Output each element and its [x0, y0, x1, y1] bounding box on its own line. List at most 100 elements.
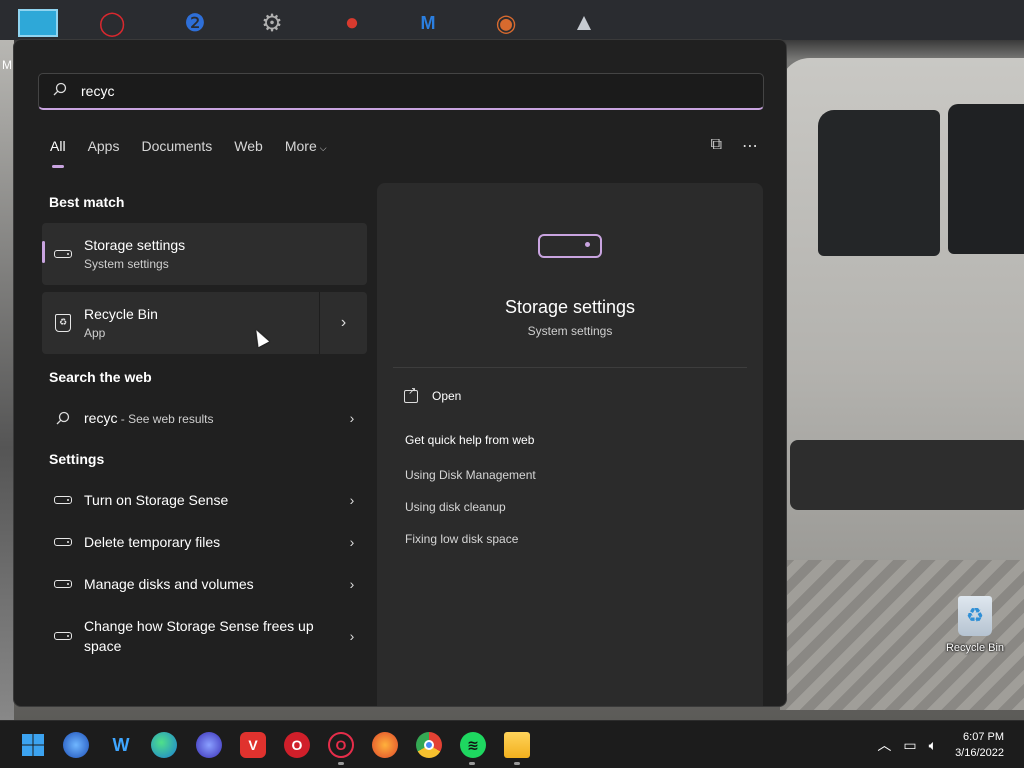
settings-item[interactable]: Delete temporary files ›: [42, 530, 367, 554]
drive-icon: [42, 250, 84, 258]
recycle-bin-icon: ♻: [42, 314, 84, 332]
wallpaper-van-bumper: [790, 440, 1024, 510]
tab-more[interactable]: More ⌵: [285, 138, 327, 154]
best-match-recycle-bin[interactable]: ♻ Recycle Bin App ›: [42, 292, 367, 354]
opera-icon[interactable]: ◯: [92, 6, 132, 40]
tab-web[interactable]: Web: [234, 138, 263, 154]
search-panel: All Apps Documents Web More⌵ ⧉ ⋯ Best ma…: [13, 39, 787, 707]
settings-item[interactable]: Manage disks and volumes ›: [42, 572, 367, 596]
file-explorer-icon[interactable]: [504, 732, 530, 758]
tab-more-label: More: [284, 138, 317, 154]
wing-icon[interactable]: W: [108, 732, 134, 758]
desktop-recycle-bin-label: Recycle Bin: [945, 642, 1005, 654]
firefox-nightly-icon[interactable]: [372, 732, 398, 758]
mp-game-icon[interactable]: M: [408, 6, 448, 40]
divider: [393, 367, 747, 368]
search-panel-actions: ⧉ ⋯: [711, 136, 758, 156]
settings-item[interactable]: Turn on Storage Sense ›: [42, 488, 367, 512]
share-device-icon[interactable]: ⧉: [711, 136, 722, 156]
desktop-recycle-bin[interactable]: ♻ Recycle Bin: [944, 596, 1006, 654]
help-link[interactable]: Using disk cleanup: [405, 500, 506, 514]
chevron-up-icon[interactable]: ︿: [877, 735, 891, 755]
chrome-icon[interactable]: [416, 732, 442, 758]
help-link[interactable]: Fixing low disk space: [405, 532, 518, 546]
tab-all[interactable]: All: [50, 138, 66, 168]
app-icon[interactable]: ❷: [175, 6, 215, 40]
volume-icon[interactable]: 🔈︎: [929, 737, 937, 754]
recycle-bin-icon: ♻: [958, 596, 992, 636]
taskbar: W V O O ≋ ︿ ▭ 🔈︎ 6:07 PM 3/16/2022: [0, 720, 1024, 768]
best-match-storage-settings[interactable]: Storage settings System settings: [42, 223, 367, 285]
edge-icon[interactable]: [151, 732, 177, 758]
drive-icon: [538, 234, 602, 258]
more-options-icon[interactable]: ⋯: [742, 136, 758, 156]
open-action[interactable]: Open: [404, 386, 462, 403]
drive-icon: [42, 580, 84, 588]
search-icon: [39, 82, 81, 101]
result-title: Storage settings: [84, 237, 186, 253]
network-icon[interactable]: ▭: [903, 737, 916, 754]
chevron-right-icon: ›: [349, 534, 355, 550]
result-subtitle: App: [84, 326, 106, 340]
result-subtitle: System settings: [84, 257, 169, 271]
preview-subtitle: System settings: [527, 324, 613, 338]
drive-icon: [42, 496, 84, 504]
settings-item-label: Change how Storage Sense frees up space: [84, 618, 314, 654]
wallpaper-van-window: [818, 110, 940, 256]
spotify-icon[interactable]: ≋: [460, 732, 486, 758]
opera-gx-icon[interactable]: O: [328, 732, 354, 758]
web-search-result[interactable]: recyc - See web results ›: [42, 406, 367, 430]
open-external-icon: [404, 386, 418, 403]
chevron-right-icon: ›: [349, 492, 355, 508]
tab-apps[interactable]: Apps: [88, 138, 120, 154]
chevron-right-icon: ›: [349, 410, 355, 426]
settings-item[interactable]: Change how Storage Sense frees up space …: [42, 614, 367, 658]
vivaldi-icon[interactable]: V: [240, 732, 266, 758]
preview-pane: Storage settings System settings Open Ge…: [377, 183, 763, 706]
settings-heading: Settings: [49, 451, 105, 467]
preview-title: Storage settings: [504, 297, 636, 317]
opera-icon[interactable]: O: [284, 732, 310, 758]
running-indicator: [338, 762, 344, 765]
drive-icon: [42, 632, 84, 640]
search-box[interactable]: [38, 73, 764, 110]
search-input[interactable]: [81, 83, 763, 99]
best-match-heading: Best match: [49, 194, 125, 210]
firefox-icon[interactable]: [63, 732, 89, 758]
chevron-down-icon: ⌵: [319, 143, 327, 153]
settings-item-label: Manage disks and volumes: [84, 576, 254, 592]
running-indicator: [469, 762, 475, 765]
clock-date: 3/16/2022: [955, 747, 1004, 759]
search-filter-tabs: All Apps Documents Web More ⌵: [50, 138, 349, 168]
result-text: Storage settings System settings: [84, 237, 367, 271]
desktop-edge-label: M: [2, 58, 12, 72]
result-title: Recycle Bin: [84, 306, 158, 322]
clock-time: 6:07 PM: [963, 731, 1004, 743]
web-hint: - See web results: [117, 411, 214, 426]
open-label: Open: [432, 389, 462, 403]
web-query: recyc: [84, 409, 118, 426]
shark-icon[interactable]: ▲: [564, 6, 604, 40]
gear-app-icon[interactable]: ⚙: [252, 6, 292, 40]
settings-item-label: Delete temporary files: [84, 534, 221, 550]
wallpaper-van-window: [948, 104, 1024, 254]
help-link[interactable]: Using Disk Management: [405, 468, 536, 482]
clock[interactable]: 6:07 PM 3/16/2022: [955, 729, 1004, 761]
chevron-right-icon: ›: [349, 576, 355, 592]
search-icon: [42, 411, 84, 425]
windows-start-icon[interactable]: [20, 732, 46, 758]
drive-icon: [42, 538, 84, 546]
desktop-shortcut-icon[interactable]: [18, 6, 58, 40]
bird-icon[interactable]: ●: [332, 6, 372, 40]
wallpaper-left-strip: [0, 40, 14, 720]
result-text: Recycle Bin App: [84, 306, 319, 340]
running-indicator: [514, 762, 520, 765]
chevron-right-icon: ›: [349, 628, 355, 644]
chevron-right-icon[interactable]: ›: [319, 292, 367, 354]
search-web-heading: Search the web: [49, 369, 152, 385]
pizza-icon[interactable]: ◉: [486, 6, 526, 40]
tab-documents[interactable]: Documents: [141, 138, 212, 154]
settings-item-label: Turn on Storage Sense: [84, 492, 229, 508]
firefox-dev-icon[interactable]: [196, 732, 222, 758]
web-result-text: recyc - See web results: [84, 408, 337, 429]
